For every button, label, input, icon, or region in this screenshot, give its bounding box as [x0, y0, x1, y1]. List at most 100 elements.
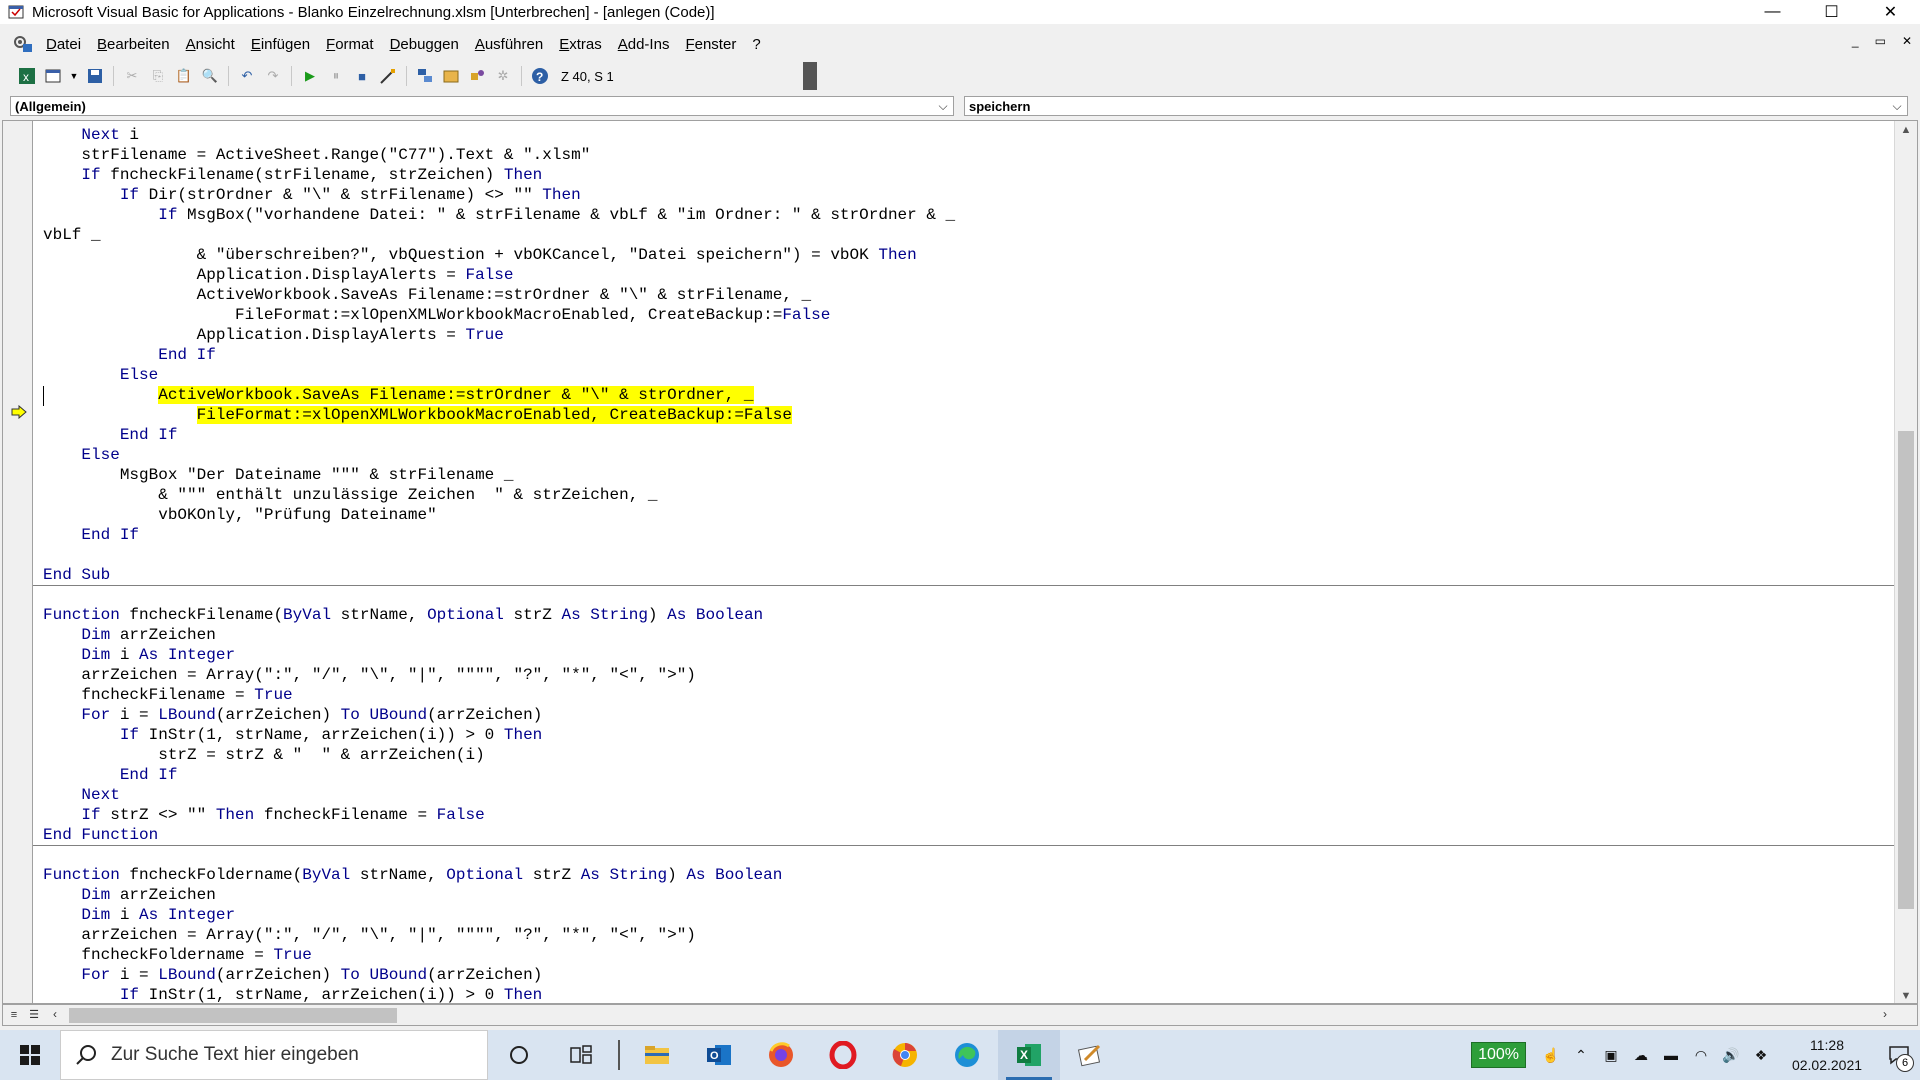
object-browser-icon[interactable] — [467, 66, 487, 86]
code-line[interactable]: arrZeichen = Array(":", "/", "\", "|", "… — [43, 665, 1888, 685]
zoom-indicator[interactable]: 100% — [1471, 1042, 1526, 1068]
code-line[interactable]: arrZeichen = Array(":", "/", "\", "|", "… — [43, 925, 1888, 945]
save-icon[interactable] — [85, 66, 105, 86]
help-icon[interactable]: ? — [530, 66, 550, 86]
clock[interactable]: 11:28 02.02.2021 — [1782, 1035, 1872, 1075]
toolbox-icon[interactable]: ✲ — [493, 66, 513, 86]
code-line[interactable]: fncheckFilename = True — [43, 685, 1888, 705]
scroll-left-icon[interactable]: ‹ — [53, 1007, 57, 1021]
notification-center-button[interactable]: 6 — [1878, 1030, 1920, 1080]
edge-icon[interactable] — [936, 1030, 998, 1080]
code-line[interactable]: Function fncheckFoldername(ByVal strName… — [43, 865, 1888, 885]
design-mode-icon[interactable] — [378, 66, 398, 86]
procedure-combo[interactable]: speichern ⌵ — [964, 96, 1908, 116]
code-line[interactable]: & """ enthält unzulässige Zeichen " & st… — [43, 485, 1888, 505]
menu-ansicht[interactable]: Ansicht — [178, 36, 243, 53]
outlook-icon[interactable]: O — [688, 1030, 750, 1080]
code-line[interactable]: End If — [43, 345, 1888, 365]
code-line[interactable]: strZ = strZ & " " & arrZeichen(i) — [43, 745, 1888, 765]
code-line[interactable]: If InStr(1, strName, arrZeichen(i)) > 0 … — [43, 725, 1888, 745]
vertical-scrollbar[interactable]: ▲ ▼ — [1894, 121, 1917, 1003]
code-line[interactable]: Dim arrZeichen — [43, 625, 1888, 645]
menu-datei[interactable]: Datei — [38, 36, 89, 53]
paste-icon[interactable]: 📋 — [174, 66, 194, 86]
code-line[interactable]: & "überschreiben?", vbQuestion + vbOKCan… — [43, 245, 1888, 265]
chevron-down-icon[interactable]: ⌵ — [1889, 97, 1905, 115]
code-line[interactable] — [43, 585, 1888, 605]
taskbar-search-box[interactable]: Zur Suche Text hier eingeben — [60, 1030, 488, 1080]
chevron-up-icon[interactable]: ⌃ — [1568, 1047, 1594, 1064]
copy-icon[interactable]: ⎘ — [148, 66, 168, 86]
object-combo[interactable]: (Allgemein) ⌵ — [10, 96, 954, 116]
code-text[interactable]: Next i strFilename = ActiveSheet.Range("… — [43, 125, 1888, 1003]
meet-now-icon[interactable]: ▣ — [1598, 1047, 1624, 1064]
horizontal-scrollbar[interactable]: ≡ ☰ ‹ › — [2, 1004, 1918, 1026]
excel-taskbar-icon[interactable]: X — [998, 1030, 1060, 1080]
close-button[interactable]: ✕ — [1861, 0, 1920, 24]
dropdown-arrow-icon[interactable]: ▼ — [69, 66, 79, 86]
reset-icon[interactable]: ■ — [352, 66, 372, 86]
mdi-close-button[interactable]: ✕ — [1902, 34, 1912, 48]
insert-userform-icon[interactable] — [43, 66, 63, 86]
code-line[interactable]: If InStr(1, strName, arrZeichen(i)) > 0 … — [43, 985, 1888, 1003]
code-line[interactable]: End If — [43, 425, 1888, 445]
properties-icon[interactable] — [441, 66, 461, 86]
maximize-button[interactable]: ☐ — [1802, 0, 1861, 24]
opera-icon[interactable] — [812, 1030, 874, 1080]
code-line[interactable]: For i = LBound(arrZeichen) To UBound(arr… — [43, 705, 1888, 725]
touch-icon[interactable]: ☝ — [1538, 1047, 1564, 1064]
menu-einfuegen[interactable]: Einfügen — [243, 36, 318, 53]
menu-extras[interactable]: Extras — [551, 36, 610, 53]
code-line[interactable]: End Sub — [43, 565, 1888, 585]
code-line[interactable]: End Function — [43, 825, 1888, 845]
code-line[interactable] — [43, 545, 1888, 565]
code-line[interactable] — [43, 845, 1888, 865]
dropbox-icon[interactable]: ❖ — [1748, 1047, 1774, 1064]
cortana-icon[interactable] — [488, 1030, 550, 1080]
menu-add-ins[interactable]: Add-Ins — [610, 36, 678, 53]
code-line[interactable]: vbLf _ — [43, 225, 1888, 245]
code-line[interactable]: Application.DisplayAlerts = False — [43, 265, 1888, 285]
code-line[interactable]: Next i — [43, 125, 1888, 145]
code-line[interactable]: fncheckFoldername = True — [43, 945, 1888, 965]
code-line[interactable]: For i = LBound(arrZeichen) To UBound(arr… — [43, 965, 1888, 985]
code-line[interactable]: ActiveWorkbook.SaveAs Filename:=strOrdne… — [43, 385, 1888, 405]
code-line[interactable]: End If — [43, 525, 1888, 545]
minimize-button[interactable]: — — [1743, 0, 1802, 24]
code-line[interactable]: FileFormat:=xlOpenXMLWorkbookMacroEnable… — [43, 405, 1888, 425]
code-line[interactable]: If strZ <> "" Then fncheckFilename = Fal… — [43, 805, 1888, 825]
code-line[interactable]: Application.DisplayAlerts = True — [43, 325, 1888, 345]
vertical-scroll-thumb[interactable] — [1898, 431, 1914, 909]
menu-help[interactable]: ? — [744, 36, 768, 53]
menu-ausfuehren[interactable]: Ausführen — [467, 36, 551, 53]
mdi-minimize-button[interactable]: _ — [1852, 34, 1859, 48]
wifi-icon[interactable]: ◠ — [1688, 1047, 1714, 1064]
mdi-restore-button[interactable]: ▭ — [1875, 34, 1886, 48]
menu-fenster[interactable]: Fenster — [677, 36, 744, 53]
scroll-down-icon[interactable]: ▼ — [1895, 987, 1917, 1003]
file-explorer-icon[interactable] — [626, 1030, 688, 1080]
undo-icon[interactable]: ↶ — [237, 66, 257, 86]
excel-view-icon[interactable]: x — [17, 66, 37, 86]
code-line[interactable]: Dim i As Integer — [43, 645, 1888, 665]
code-line[interactable]: End If — [43, 765, 1888, 785]
start-button[interactable] — [0, 1030, 60, 1080]
toolbar-grip[interactable] — [803, 62, 817, 90]
code-line[interactable]: If fncheckFilename(strFilename, strZeich… — [43, 165, 1888, 185]
code-line[interactable]: Next — [43, 785, 1888, 805]
task-view-icon[interactable] — [550, 1030, 612, 1080]
cut-icon[interactable]: ✂ — [122, 66, 142, 86]
code-line[interactable]: If MsgBox("vorhandene Datei: " & strFile… — [43, 205, 1888, 225]
scroll-right-icon[interactable]: › — [1883, 1007, 1887, 1021]
volume-icon[interactable]: 🔊 — [1718, 1047, 1744, 1064]
menu-format[interactable]: Format — [318, 36, 382, 53]
full-module-view-icon[interactable]: ☰ — [27, 1008, 41, 1022]
code-editor[interactable]: Next i strFilename = ActiveSheet.Range("… — [2, 120, 1918, 1004]
code-line[interactable]: Dim arrZeichen — [43, 885, 1888, 905]
indicator-margin[interactable] — [3, 121, 33, 1003]
procedure-view-icon[interactable]: ≡ — [7, 1008, 21, 1022]
code-line[interactable]: vbOKOnly, "Prüfung Dateiname" — [43, 505, 1888, 525]
break-icon[interactable]: ⏸ — [326, 66, 346, 86]
code-line[interactable]: If Dir(strOrdner & "\" & strFilename) <>… — [43, 185, 1888, 205]
code-line[interactable]: Dim i As Integer — [43, 905, 1888, 925]
